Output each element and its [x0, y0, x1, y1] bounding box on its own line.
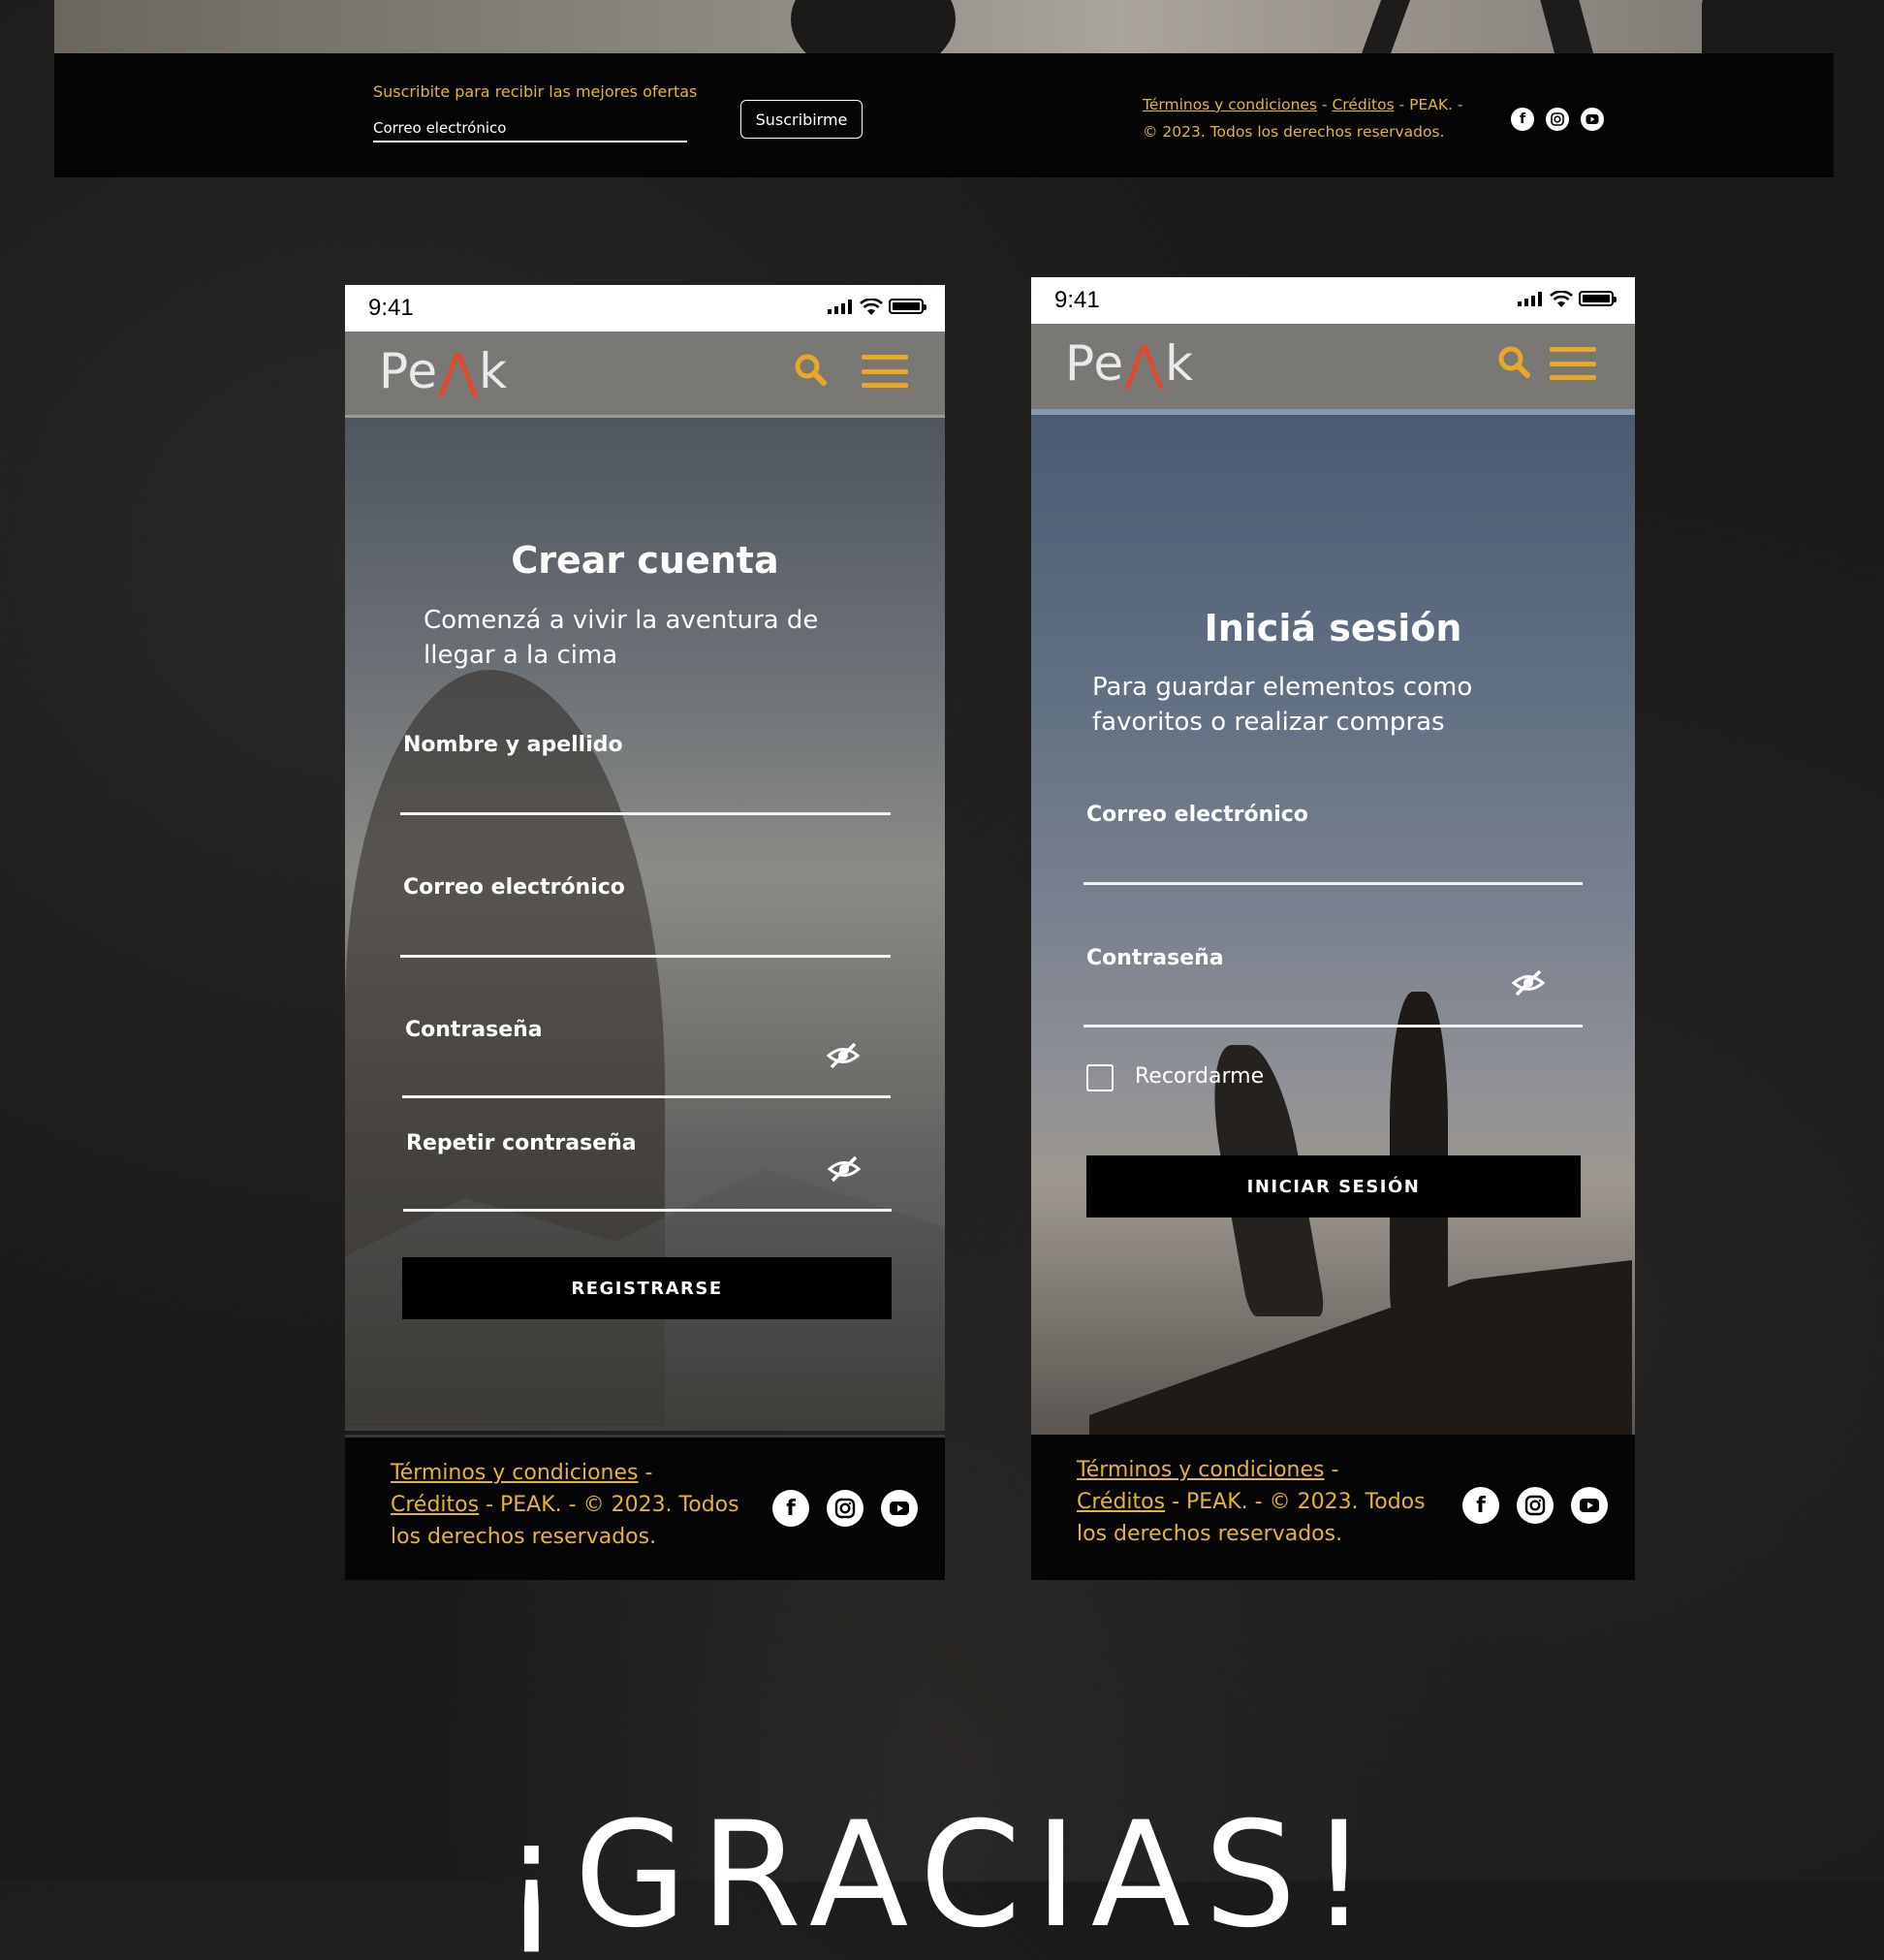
- name-field-label: Nombre y apellido: [403, 733, 623, 757]
- facebook-icon[interactable]: f: [772, 1490, 809, 1527]
- subscribe-button[interactable]: Suscribirme: [740, 100, 863, 139]
- peak-logo[interactable]: Pe⋀k: [1065, 335, 1194, 392]
- background-photo: [1031, 415, 1635, 1435]
- repeat-password-field-label: Repetir contraseña: [406, 1131, 637, 1155]
- page-title: Crear cuenta: [511, 539, 779, 582]
- phone-footer: Términos y condiciones - Créditos - PEAK…: [345, 1435, 945, 1580]
- logo-triangle-icon: ⋀: [1124, 335, 1166, 392]
- repeat-password-field[interactable]: [403, 1209, 892, 1212]
- instagram-icon[interactable]: [1546, 108, 1569, 131]
- battery-icon: [1579, 291, 1617, 306]
- page-subtitle: Para guardar elementos como favoritos o …: [1092, 673, 1473, 737]
- page-subtitle: Comenzá a vivir la aventura de llegar a …: [424, 606, 819, 670]
- status-bar: 9:41: [345, 285, 945, 332]
- password-field[interactable]: [402, 1095, 891, 1098]
- email-field[interactable]: [1083, 882, 1583, 885]
- hero-image-strip: [54, 0, 1834, 53]
- wifi-icon: [860, 299, 883, 315]
- social-links: f: [772, 1490, 918, 1527]
- youtube-icon[interactable]: [881, 1490, 918, 1527]
- social-links: f: [1511, 108, 1604, 131]
- wifi-icon: [1550, 291, 1573, 307]
- name-field[interactable]: [400, 812, 891, 815]
- subscribe-email-input[interactable]: Correo electrónico: [373, 119, 687, 142]
- remember-checkbox[interactable]: [1086, 1064, 1114, 1091]
- battery-icon: [889, 299, 926, 314]
- terms-link[interactable]: Términos y condiciones: [1143, 96, 1317, 113]
- navbar: Pe⋀k: [1031, 324, 1635, 415]
- navbar: Pe⋀k: [345, 332, 945, 418]
- footer-legal-text: Términos y condiciones - Créditos - PEAK…: [391, 1461, 739, 1549]
- phone-register-screen: 9:41 Pe⋀k Crear cuenta Comenzá a vivir l…: [345, 285, 945, 1580]
- register-button[interactable]: REGISTRARSE: [402, 1257, 892, 1319]
- phone-footer: Términos y condiciones - Créditos - PEAK…: [1031, 1435, 1635, 1580]
- credits-link[interactable]: Créditos: [391, 1493, 479, 1517]
- email-field-label: Correo electrónico: [403, 875, 625, 900]
- signal-icon: [1518, 291, 1542, 306]
- eye-slash-icon[interactable]: [1511, 968, 1546, 997]
- credits-link[interactable]: Créditos: [1077, 1490, 1165, 1514]
- facebook-icon[interactable]: f: [1511, 108, 1534, 131]
- status-time: 9:41: [1054, 287, 1100, 313]
- logo-triangle-icon: ⋀: [438, 343, 480, 399]
- terms-link[interactable]: Términos y condiciones: [391, 1461, 639, 1485]
- email-field-label: Correo electrónico: [1086, 803, 1308, 827]
- eye-slash-icon[interactable]: [826, 1041, 861, 1070]
- instagram-icon[interactable]: [1517, 1487, 1554, 1524]
- hamburger-menu-icon[interactable]: [1550, 347, 1596, 380]
- login-button[interactable]: INICIAR SESIÓN: [1086, 1155, 1581, 1217]
- youtube-icon[interactable]: [1581, 108, 1604, 131]
- closing-title: ¡GRACIAS!: [502, 1791, 1382, 1960]
- terms-link[interactable]: Términos y condiciones: [1077, 1458, 1325, 1482]
- facebook-icon[interactable]: f: [1462, 1487, 1499, 1524]
- password-field[interactable]: [1083, 1025, 1583, 1027]
- footer-legal-text: Términos y condiciones - Créditos - PEAK…: [1077, 1458, 1426, 1546]
- hamburger-menu-icon[interactable]: [862, 355, 908, 388]
- desktop-footer: Suscribite para recibir las mejores ofer…: [54, 53, 1834, 177]
- phone-login-screen: 9:41 Pe⋀k Iniciá sesión Para guardar ele…: [1031, 277, 1635, 1580]
- subscribe-label: Suscribite para recibir las mejores ofer…: [373, 82, 698, 101]
- password-field-label: Contraseña: [1086, 946, 1224, 970]
- youtube-icon[interactable]: [1571, 1487, 1608, 1524]
- remember-label[interactable]: Recordarme: [1135, 1064, 1264, 1089]
- peak-logo[interactable]: Pe⋀k: [379, 343, 508, 399]
- search-icon[interactable]: [792, 351, 831, 390]
- eye-slash-icon[interactable]: [827, 1154, 862, 1184]
- status-bar: 9:41: [1031, 277, 1635, 324]
- search-icon[interactable]: [1495, 343, 1534, 382]
- signal-icon: [828, 299, 852, 314]
- legal-text: Términos y condiciones - Créditos - PEAK…: [1143, 96, 1463, 141]
- password-field-label: Contraseña: [405, 1018, 543, 1042]
- credits-link[interactable]: Créditos: [1332, 96, 1394, 113]
- status-time: 9:41: [368, 295, 414, 321]
- social-links: f: [1462, 1487, 1608, 1524]
- page-title: Iniciá sesión: [1204, 607, 1462, 649]
- email-field[interactable]: [400, 955, 891, 958]
- instagram-icon[interactable]: [827, 1490, 864, 1527]
